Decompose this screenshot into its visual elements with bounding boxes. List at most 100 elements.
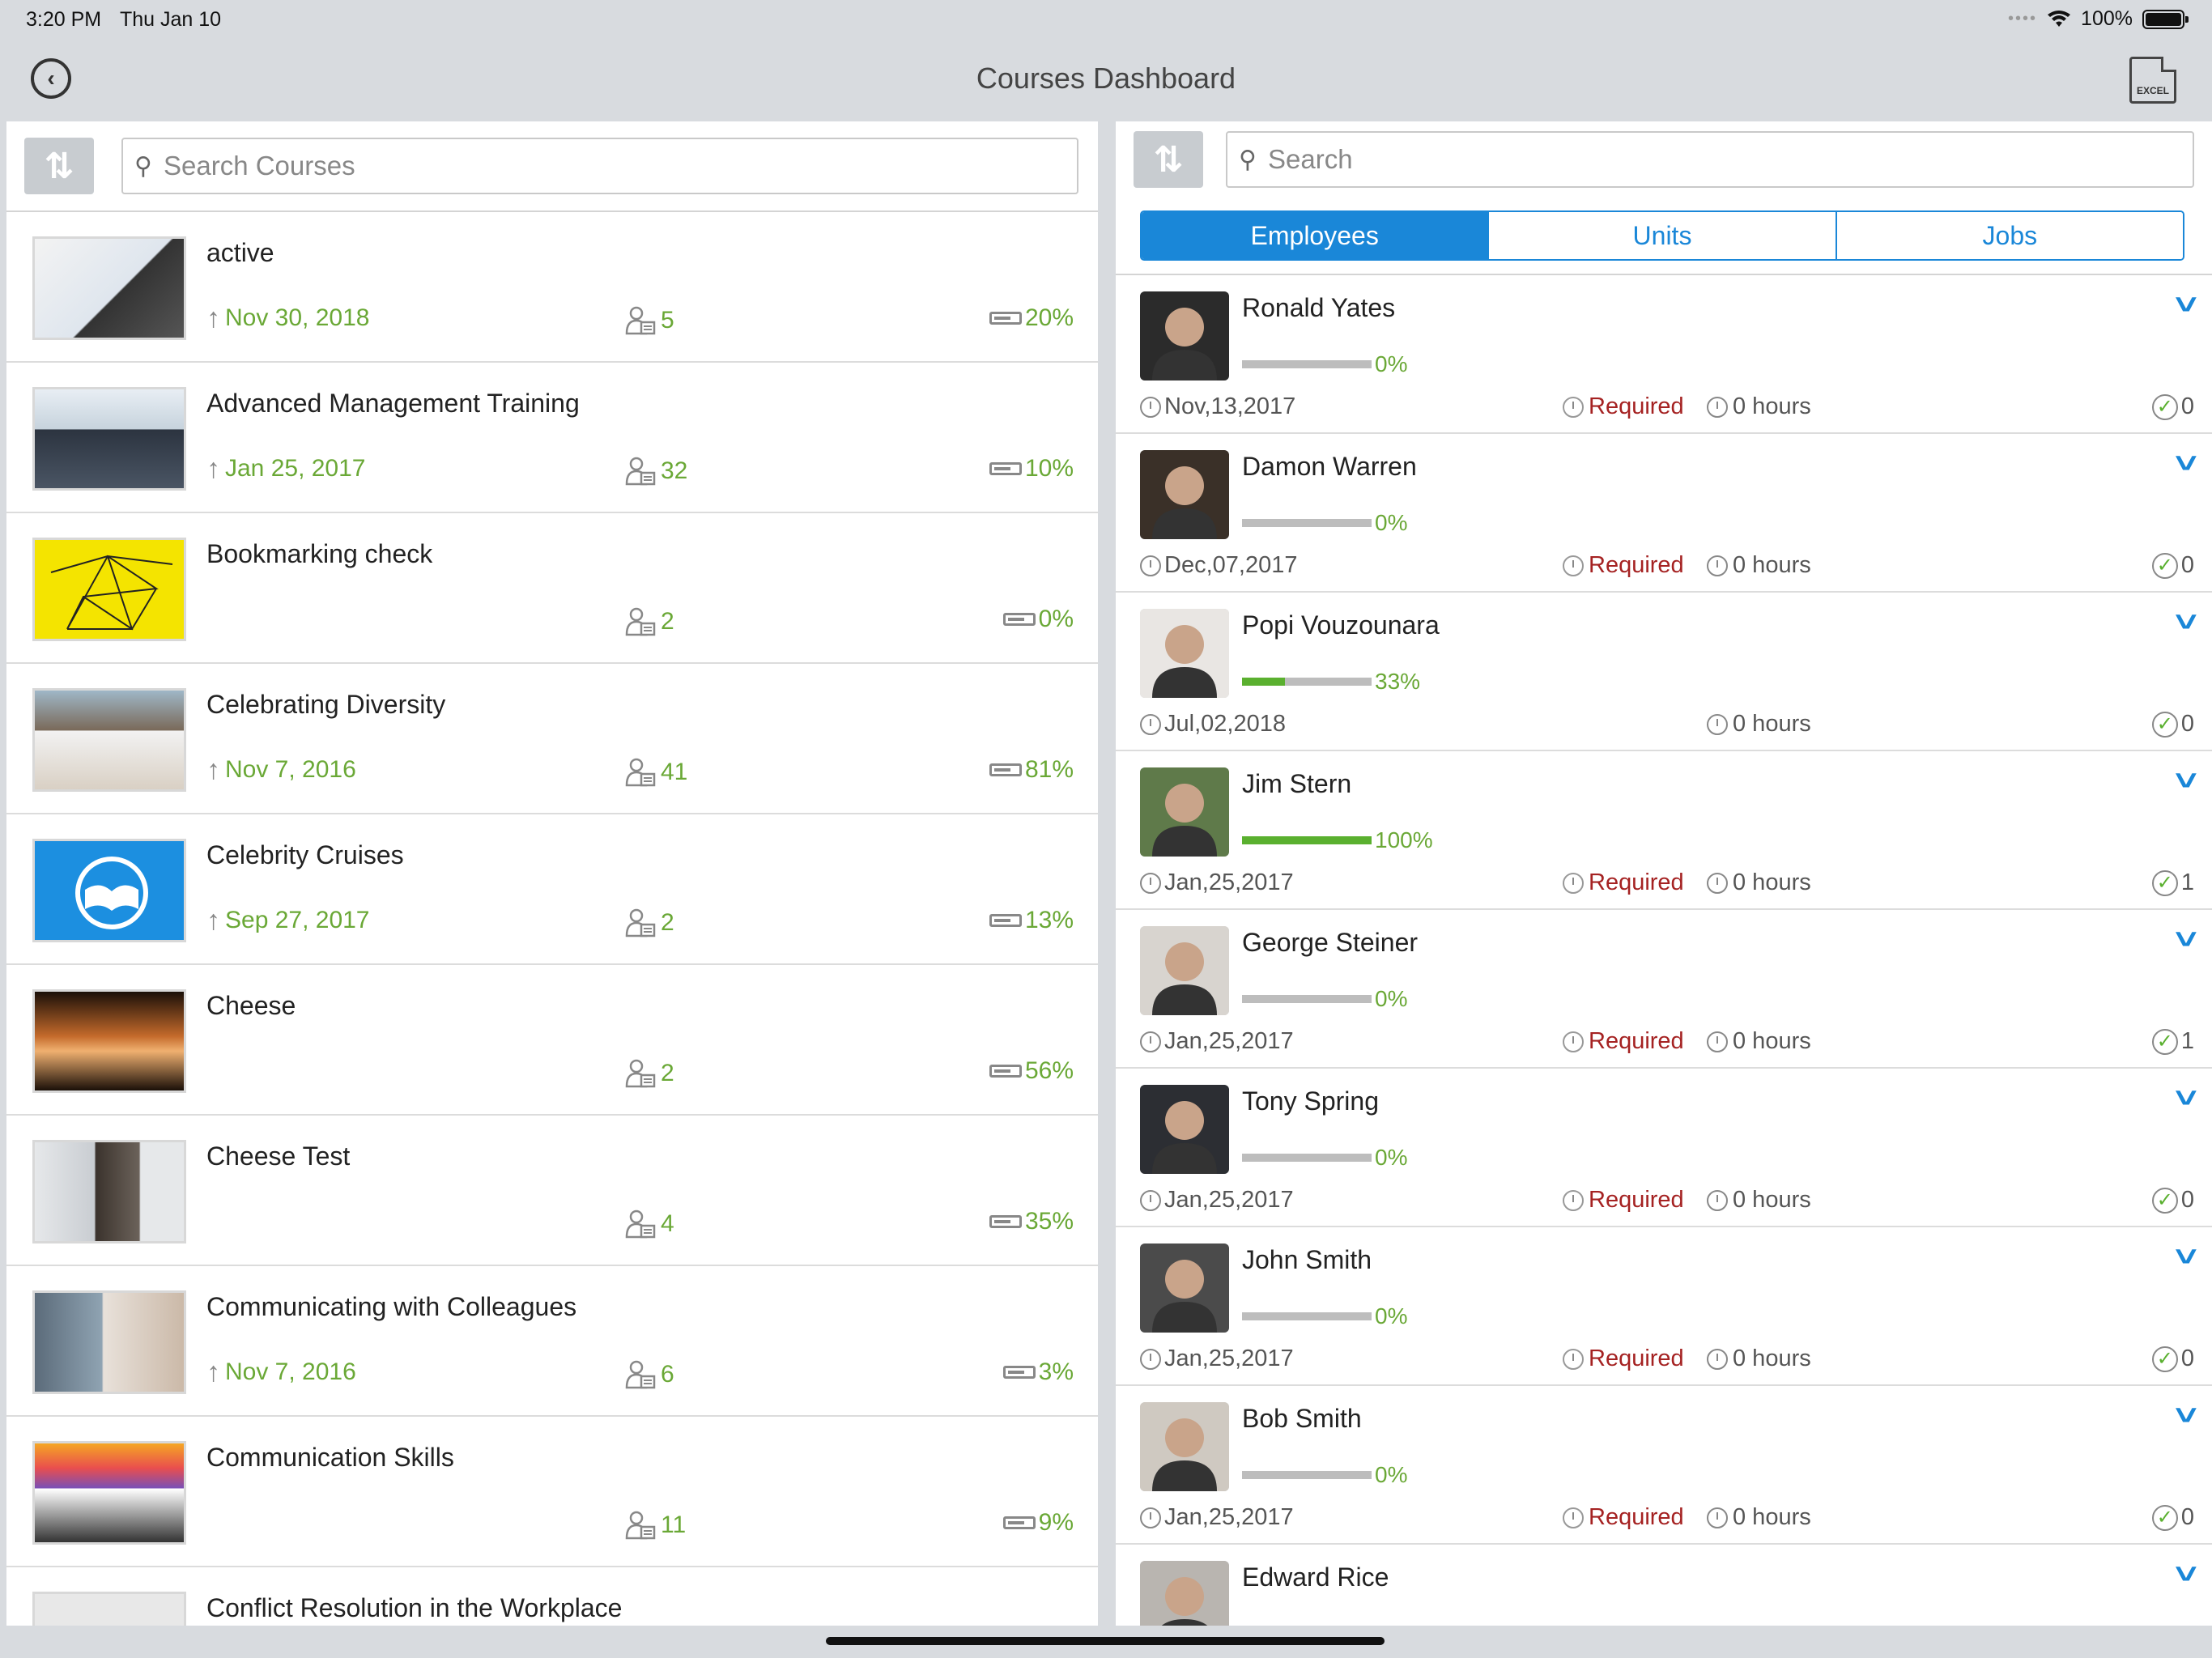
enrolled-count: 4 (661, 1210, 674, 1237)
required-icon (1563, 872, 1584, 894)
employee-hours: 0 hours (1707, 711, 1811, 738)
progress-bar-icon (989, 1065, 1022, 1078)
course-thumbnail (32, 688, 186, 792)
due-timer-icon (1140, 555, 1161, 576)
employees-search-field[interactable]: ⚲ (1226, 131, 2194, 188)
course-row[interactable]: Advanced Management Training ↑ Jan 25, 201… (6, 363, 1098, 513)
course-row[interactable]: Conflict Resolution in the Workplace (6, 1567, 1098, 1626)
employee-row[interactable]: George Steiner ˅ 0% Jan,25,2017 Required 0 ho… (1116, 910, 2212, 1069)
progress-bar-icon (989, 1215, 1022, 1228)
completion-percent: 81% (1024, 756, 1074, 783)
course-enrolled: 5 (625, 304, 674, 337)
progress-label: 0% (1375, 1462, 1408, 1487)
tab-employees[interactable]: Employees (1142, 212, 1490, 259)
employee-hours: 0 hours (1707, 1028, 1811, 1055)
due-date-text: Nov,13,2017 (1164, 393, 1296, 419)
employee-completions: ✓ 0 (2151, 711, 2194, 738)
course-date-text: Nov 7, 2016 (225, 1358, 356, 1385)
excel-export-icon[interactable]: EXCEL (2129, 57, 2176, 104)
enrolled-count: 2 (661, 608, 674, 635)
sort-icon[interactable]: ⇅ (1134, 131, 1203, 188)
completions-count: 1 (2180, 1028, 2194, 1054)
course-thumbnail (32, 989, 186, 1093)
chevron-down-icon[interactable]: ˅ (2175, 1242, 2197, 1273)
completion-percent: 35% (1024, 1208, 1074, 1235)
progress-track (1242, 678, 1372, 686)
enrolled-count: 2 (661, 1060, 674, 1086)
upload-arrow-icon: ↑ (206, 1357, 220, 1388)
course-row[interactable]: Celebrity Cruises ↑ Sep 27, 2017 2 13% (6, 814, 1098, 965)
courses-search-input[interactable] (163, 151, 1012, 181)
chevron-down-icon[interactable]: ˅ (2175, 766, 2197, 797)
tab-jobs[interactable]: Jobs (1836, 212, 2183, 259)
progress-label: 33% (1375, 669, 1421, 694)
course-row[interactable]: Celebrating Diversity ↑ Nov 7, 2016 41 81% (6, 664, 1098, 814)
chevron-down-icon[interactable]: ˅ (2175, 1083, 2197, 1115)
enrolled-count: 6 (661, 1361, 674, 1388)
course-title: Cheese Test (206, 1141, 351, 1171)
chevron-down-icon[interactable]: ˅ (2175, 607, 2197, 639)
employee-row[interactable]: Damon Warren ˅ 0% Dec,07,2017 Required 0 hour… (1116, 434, 2212, 593)
progress-track (1242, 836, 1372, 844)
progress-track (1242, 995, 1372, 1003)
signal-icon: •••• (2008, 10, 2038, 28)
employee-row[interactable]: Bob Smith ˅ 0% Jan,25,2017 Required 0 hours ✓ 0 (1116, 1386, 2212, 1545)
employee-row[interactable]: Ronald Yates ˅ 0% Nov,13,2017 Required 0 hour… (1116, 275, 2212, 434)
chevron-down-icon[interactable]: ˅ (2175, 925, 2197, 956)
course-enrolled: 2 (625, 606, 674, 638)
completion-percent: 0% (1038, 606, 1074, 632)
avatar (1140, 926, 1229, 1015)
sort-icon[interactable]: ⇅ (24, 138, 94, 194)
employee-row[interactable]: John Smith ˅ 0% Jan,25,2017 Required 0 hours ✓… (1116, 1227, 2212, 1386)
employee-row[interactable]: Tony Spring ˅ 0% Jan,25,2017 Required 0 hours… (1116, 1069, 2212, 1227)
tab-units[interactable]: Units (1489, 212, 1837, 259)
courses-search-field[interactable]: ⚲ (121, 138, 1078, 194)
employee-name: Ronald Yates (1242, 293, 1396, 322)
progress-label: 0% (1375, 1145, 1408, 1170)
course-title: Bookmarking check (206, 539, 433, 568)
chevron-down-icon[interactable]: ˅ (2175, 1559, 2197, 1591)
course-row[interactable]: active ↑ Nov 30, 2018 5 20% (6, 212, 1098, 363)
enrolled-count: 5 (661, 307, 674, 334)
courses-panel: ⇅ ⚲ active↑Nov 30, 2018520%Advanced Mana… (6, 121, 1098, 1626)
employee-hours: 0 hours (1707, 869, 1811, 896)
course-row[interactable]: Communication Skills 11 9% (6, 1417, 1098, 1567)
employee-name: Damon Warren (1242, 452, 1417, 481)
course-row[interactable]: Communicating with Colleagues ↑ Nov 7, 201… (6, 1266, 1098, 1417)
search-icon: ⚲ (1239, 146, 1257, 173)
due-timer-icon (1140, 396, 1161, 418)
employee-row[interactable]: Edward Rice ˅ (1116, 1545, 2212, 1626)
avatar (1140, 450, 1229, 539)
enrolled-count: 2 (661, 909, 674, 936)
upload-arrow-icon: ↑ (206, 755, 220, 785)
enrolled-count: 32 (661, 457, 688, 484)
employee-row[interactable]: Jim Stern ˅ 100% Jan,25,2017 Required 0 hours… (1116, 751, 2212, 910)
completions-count: 0 (2180, 1346, 2194, 1371)
course-row[interactable]: Bookmarking check 2 0% (6, 513, 1098, 664)
chevron-down-icon[interactable]: ˅ (2175, 290, 2197, 321)
completions-count: 0 (2180, 552, 2194, 578)
required-badge: Required (1563, 393, 1684, 420)
employee-progress: 0% (1242, 1145, 1407, 1171)
hours-timer-icon (1707, 1348, 1728, 1370)
employees-search-input[interactable] (1267, 144, 2127, 175)
course-enrolled: 4 (625, 1208, 674, 1240)
course-date: ↑ Sep 27, 2017 (206, 907, 370, 934)
status-right: •••• 100% (2008, 7, 2189, 31)
course-thumbnail (32, 1140, 186, 1244)
employee-completions: ✓ 1 (2151, 1028, 2194, 1055)
progress-track (1242, 1154, 1372, 1162)
course-row[interactable]: Cheese Test 4 35% (6, 1116, 1098, 1266)
due-timer-icon (1140, 1189, 1161, 1211)
required-badge: Required (1563, 869, 1684, 896)
upload-arrow-icon: ↑ (206, 453, 220, 484)
course-row[interactable]: Cheese 2 56% (6, 965, 1098, 1116)
employee-completions: ✓ 0 (2151, 1346, 2194, 1372)
avatar (1140, 1244, 1229, 1333)
chevron-down-icon[interactable]: ˅ (2175, 1401, 2197, 1432)
completion-check-icon: ✓ (2151, 1346, 2178, 1372)
chevron-down-icon[interactable]: ˅ (2175, 449, 2197, 480)
employee-row[interactable]: Popi Vouzounara ˅ 33% Jul,02,2018 0 hours ✓ 0 (1116, 593, 2212, 751)
home-indicator[interactable] (826, 1637, 1385, 1645)
course-thumbnail (32, 839, 186, 942)
